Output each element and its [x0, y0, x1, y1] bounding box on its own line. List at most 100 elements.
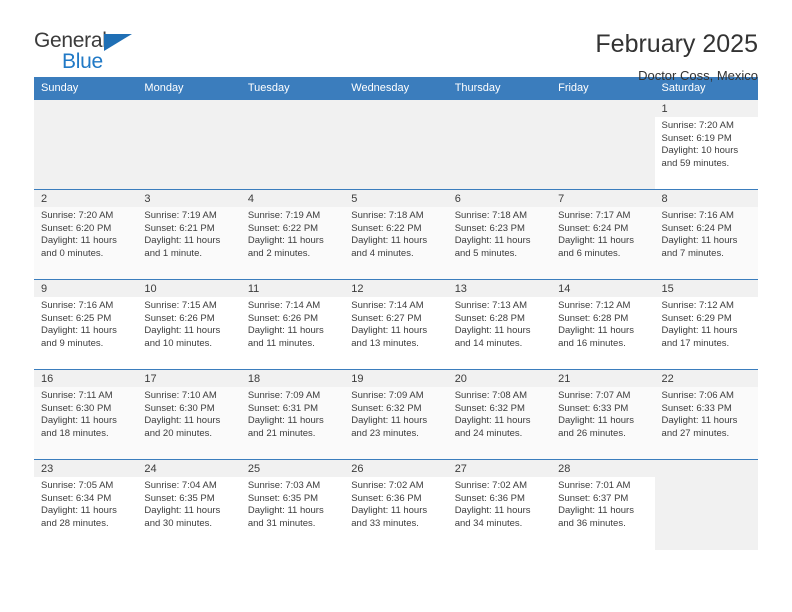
sunrise-text: Sunrise: 7:12 AM — [661, 300, 734, 311]
day-number: 19 — [344, 370, 448, 387]
calendar-week-row: 16 Sunrise: 7:11 AM Sunset: 6:30 PM Dayligh… — [34, 369, 758, 460]
day-number: 1 — [654, 100, 758, 117]
day-details: Sunrise: 7:12 AM Sunset: 6:29 PM Daylight:… — [655, 297, 758, 350]
calendar-day-cell[interactable]: 24 Sunrise: 7:04 AM Sunset: 6:35 PM Dayligh… — [137, 459, 241, 550]
sunrise-text: Sunrise: 7:13 AM — [454, 300, 528, 311]
day-number: 5 — [344, 190, 448, 207]
calendar-day-cell[interactable]: 18 Sunrise: 7:09 AM Sunset: 6:31 PM Dayligh… — [240, 369, 345, 460]
day-details: Sunrise: 7:18 AM Sunset: 6:22 PM Daylight:… — [344, 207, 447, 260]
day-details: Sunrise: 7:16 AM Sunset: 6:25 PM Daylight:… — [34, 297, 137, 350]
calendar-day-cell[interactable]: 12 Sunrise: 7:14 AM Sunset: 6:27 PM Dayligh… — [344, 279, 448, 370]
calendar-day-cell[interactable]: 5 Sunrise: 7:18 AM Sunset: 6:22 PM Daylight… — [344, 189, 448, 280]
day-details: Sunrise: 7:08 AM Sunset: 6:32 PM Daylight:… — [448, 387, 551, 440]
day-number: 23 — [34, 460, 138, 477]
day-details: Sunrise: 7:02 AM Sunset: 6:36 PM Daylight:… — [344, 477, 447, 530]
daylight-text: Daylight: 11 hours and 0 minutes. — [41, 235, 117, 259]
sunset-text: Sunset: 6:28 PM — [558, 312, 629, 324]
calendar-day-cell[interactable]: 2 Sunrise: 7:20 AM Sunset: 6:20 PM Daylight… — [34, 189, 138, 280]
calendar-day-cell[interactable]: 20 Sunrise: 7:08 AM Sunset: 6:32 PM Dayligh… — [447, 369, 552, 460]
brand-name-general: General — [34, 29, 107, 52]
calendar-day-cell[interactable]: 23 Sunrise: 7:05 AM Sunset: 6:34 PM Dayligh… — [34, 459, 138, 550]
day-number: 4 — [240, 190, 345, 207]
daylight-text: Daylight: 11 hours and 23 minutes. — [351, 415, 428, 439]
calendar-day-cell[interactable]: 15 Sunrise: 7:12 AM Sunset: 6:29 PM Dayligh… — [654, 279, 758, 370]
day-number: 15 — [654, 280, 758, 297]
weekday-header-monday: Monday — [137, 77, 241, 100]
sunset-text: Sunset: 6:34 PM — [41, 492, 112, 504]
calendar-day-cell[interactable]: 22 Sunrise: 7:06 AM Sunset: 6:33 PM Dayligh… — [654, 369, 758, 460]
day-details: Sunrise: 7:10 AM Sunset: 6:30 PM Daylight:… — [137, 387, 240, 440]
day-details: Sunrise: 7:13 AM Sunset: 6:28 PM Daylight:… — [448, 297, 551, 350]
calendar-day-empty — [344, 99, 448, 190]
daylight-text: Daylight: 11 hours and 16 minutes. — [558, 325, 634, 349]
calendar-day-cell[interactable]: 8 Sunrise: 7:16 AM Sunset: 6:24 PM Daylight… — [654, 189, 758, 280]
calendar-day-cell[interactable]: 26 Sunrise: 7:02 AM Sunset: 6:36 PM Dayligh… — [344, 459, 448, 550]
day-number: 3 — [137, 190, 241, 207]
calendar-day-empty — [447, 99, 552, 190]
sunrise-text: Sunrise: 7:14 AM — [351, 300, 424, 311]
sunset-text: Sunset: 6:19 PM — [661, 132, 732, 144]
calendar-table: Sunday Monday Tuesday Wednesday Thursday Frid… — [34, 77, 758, 550]
calendar-day-cell[interactable]: 4 Sunrise: 7:19 AM Sunset: 6:22 PM Daylight… — [240, 189, 345, 280]
brand-name-blue: Blue — [62, 50, 103, 73]
day-number: 13 — [447, 280, 552, 297]
sunrise-text: Sunrise: 7:18 AM — [351, 210, 424, 221]
calendar-day-cell[interactable]: 7 Sunrise: 7:17 AM Sunset: 6:24 PM Daylight… — [551, 189, 655, 280]
calendar-day-cell[interactable]: 28 Sunrise: 7:01 AM Sunset: 6:37 PM Dayligh… — [551, 459, 655, 550]
sunset-text: Sunset: 6:31 PM — [247, 402, 319, 414]
calendar-day-cell[interactable]: 13 Sunrise: 7:13 AM Sunset: 6:28 PM Dayligh… — [447, 279, 552, 370]
sunset-text: Sunset: 6:36 PM — [351, 492, 422, 504]
sunrise-text: Sunrise: 7:15 AM — [144, 300, 217, 311]
calendar-day-cell[interactable]: 27 Sunrise: 7:02 AM Sunset: 6:36 PM Dayligh… — [447, 459, 552, 550]
calendar-body: 1 Sunrise: 7:20 AM Sunset: 6:19 PM Daylight… — [34, 99, 758, 550]
sunset-text: Sunset: 6:35 PM — [144, 492, 215, 504]
calendar-day-cell[interactable]: 11 Sunrise: 7:14 AM Sunset: 6:26 PM Dayligh… — [240, 279, 345, 370]
sunrise-text: Sunrise: 7:19 AM — [144, 210, 217, 221]
calendar-day-cell[interactable]: 6 Sunrise: 7:18 AM Sunset: 6:23 PM Daylight… — [447, 189, 552, 280]
calendar-page: General Blue February 2025 Doctor Coss, … — [0, 0, 792, 612]
day-details: Sunrise: 7:14 AM Sunset: 6:26 PM Daylight:… — [241, 297, 344, 350]
weekday-header-wednesday: Wednesday — [344, 77, 448, 100]
day-details: Sunrise: 7:01 AM Sunset: 6:37 PM Daylight:… — [551, 477, 654, 530]
day-number: 16 — [34, 370, 138, 387]
day-number: 24 — [137, 460, 241, 477]
sunrise-text: Sunrise: 7:02 AM — [351, 480, 424, 491]
day-details: Sunrise: 7:12 AM Sunset: 6:28 PM Daylight:… — [551, 297, 654, 350]
calendar-day-cell[interactable]: 17 Sunrise: 7:10 AM Sunset: 6:30 PM Dayligh… — [137, 369, 241, 460]
day-details: Sunrise: 7:04 AM Sunset: 6:35 PM Daylight:… — [137, 477, 240, 530]
brand-logo[interactable]: General Blue — [34, 30, 154, 76]
day-number: 28 — [551, 460, 655, 477]
sunset-text: Sunset: 6:36 PM — [454, 492, 525, 504]
sunrise-text: Sunrise: 7:05 AM — [41, 480, 114, 491]
calendar-day-cell[interactable]: 14 Sunrise: 7:12 AM Sunset: 6:28 PM Dayligh… — [551, 279, 655, 370]
day-details: Sunrise: 7:20 AM Sunset: 6:20 PM Daylight:… — [34, 207, 137, 260]
daylight-text: Daylight: 11 hours and 4 minutes. — [351, 235, 428, 259]
day-number: 10 — [137, 280, 241, 297]
daylight-text: Daylight: 11 hours and 26 minutes. — [558, 415, 634, 439]
day-number: 7 — [551, 190, 655, 207]
calendar-day-cell[interactable]: 21 Sunrise: 7:07 AM Sunset: 6:33 PM Dayligh… — [551, 369, 655, 460]
daylight-text: Daylight: 11 hours and 24 minutes. — [454, 415, 531, 439]
page-header: General Blue February 2025 Doctor Coss, … — [34, 0, 758, 83]
sunrise-text: Sunrise: 7:04 AM — [144, 480, 217, 491]
sunset-text: Sunset: 6:22 PM — [247, 222, 319, 234]
calendar-day-empty — [240, 99, 345, 190]
sunset-text: Sunset: 6:26 PM — [247, 312, 319, 324]
brand-triangle-icon — [104, 34, 132, 51]
day-number: 14 — [551, 280, 655, 297]
calendar-week-row: 2 Sunrise: 7:20 AM Sunset: 6:20 PM Daylight… — [34, 189, 758, 280]
day-number: 18 — [240, 370, 345, 387]
day-details: Sunrise: 7:14 AM Sunset: 6:27 PM Daylight:… — [344, 297, 447, 350]
calendar-day-cell[interactable]: 3 Sunrise: 7:19 AM Sunset: 6:21 PM Daylight… — [137, 189, 241, 280]
daylight-text: Daylight: 11 hours and 5 minutes. — [454, 235, 531, 259]
calendar-day-cell[interactable]: 25 Sunrise: 7:03 AM Sunset: 6:35 PM Dayligh… — [240, 459, 345, 550]
day-details: Sunrise: 7:05 AM Sunset: 6:34 PM Daylight:… — [34, 477, 137, 530]
calendar-day-cell[interactable]: 19 Sunrise: 7:09 AM Sunset: 6:32 PM Dayligh… — [344, 369, 448, 460]
calendar-day-cell[interactable]: 10 Sunrise: 7:15 AM Sunset: 6:26 PM Dayligh… — [137, 279, 241, 370]
calendar-day-cell[interactable]: 9 Sunrise: 7:16 AM Sunset: 6:25 PM Daylight… — [34, 279, 138, 370]
calendar-day-cell[interactable]: 1 Sunrise: 7:20 AM Sunset: 6:19 PM Daylight… — [654, 99, 758, 190]
calendar-day-cell[interactable]: 16 Sunrise: 7:11 AM Sunset: 6:30 PM Dayligh… — [34, 369, 138, 460]
daylight-text: Daylight: 11 hours and 2 minutes. — [247, 235, 324, 259]
day-number: 27 — [447, 460, 552, 477]
sunrise-text: Sunrise: 7:20 AM — [661, 120, 734, 131]
